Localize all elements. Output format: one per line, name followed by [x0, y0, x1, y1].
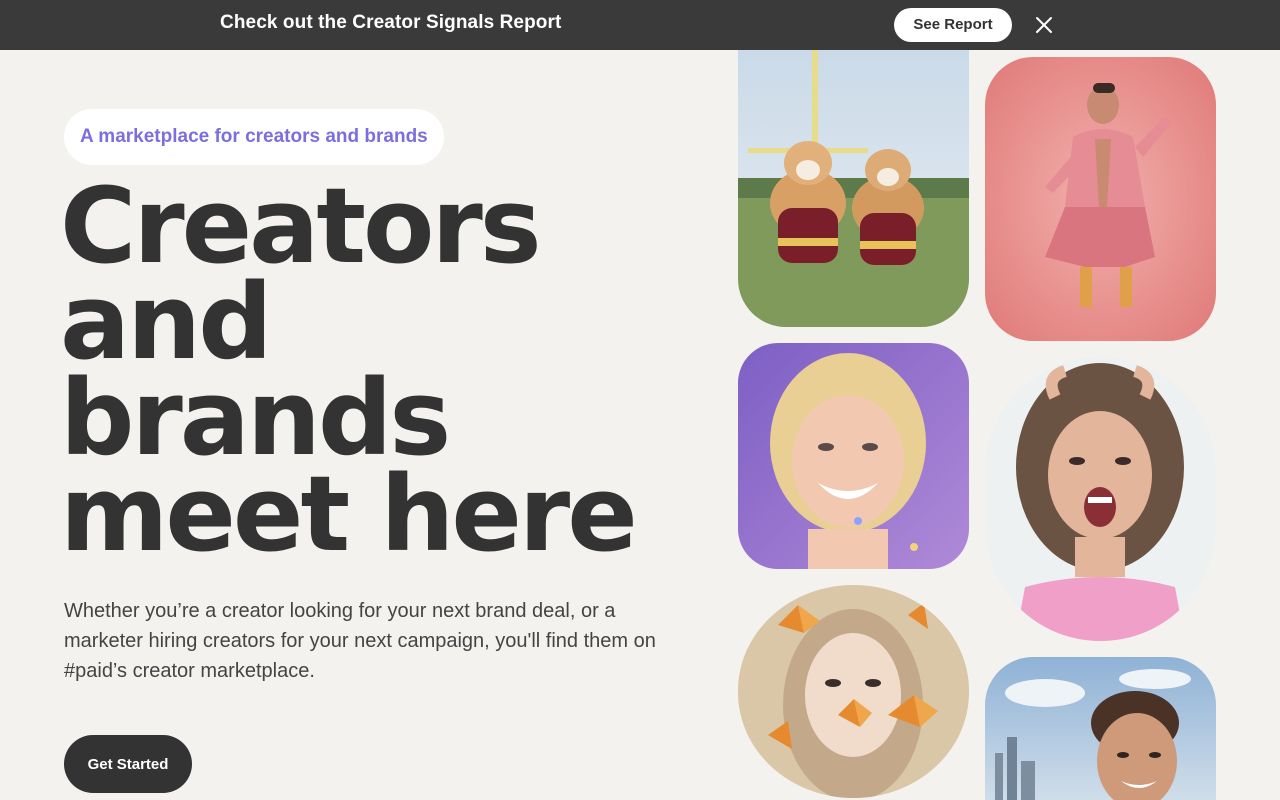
tagline-pill: A marketplace for creators and brands — [64, 109, 444, 165]
announcement-bar: Check out the Creator Signals Report See… — [0, 0, 1280, 50]
get-started-button[interactable]: Get Started — [64, 735, 192, 793]
curly-hair-man-city-photo — [985, 657, 1216, 800]
see-report-button[interactable]: See Report — [894, 8, 1012, 42]
headline-line: and — [60, 261, 273, 383]
headline-line: meet here — [60, 453, 638, 575]
announcement-text: Check out the Creator Signals Report — [220, 12, 562, 33]
excited-woman-photo — [985, 357, 1216, 641]
hero-description: Whether you’re a creator looking for you… — [64, 600, 656, 682]
close-icon[interactable] — [1032, 13, 1056, 37]
headline-line: brands — [60, 357, 451, 479]
creator-in-pink-suit-photo — [985, 57, 1216, 341]
hero-headline: Creators and brands meet here — [60, 165, 700, 575]
corgis-in-jerseys-photo — [738, 38, 969, 327]
butterfly-makeup-photo — [738, 585, 969, 798]
smiling-blonde-woman-photo — [738, 343, 969, 569]
headline-line: Creators — [60, 165, 542, 287]
